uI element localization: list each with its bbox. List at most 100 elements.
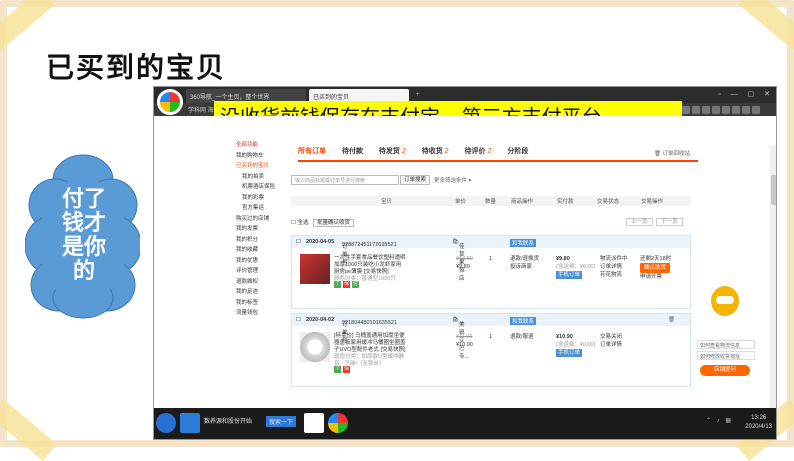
quantity: 1 (489, 256, 493, 262)
order-checkbox[interactable]: ☐ (296, 239, 301, 245)
delete-order-icon[interactable]: 🗑 (668, 317, 675, 323)
sidebar-item[interactable]: 我的购物车 (236, 151, 286, 162)
sidebar-item[interactable]: 退款维权 (236, 277, 286, 288)
request-invoice-link[interactable]: 申请开票 (640, 274, 662, 280)
select-all-checkbox[interactable]: ☐ 全选 (291, 220, 308, 226)
batch-controls: ☐ 全选 批量确认收货 (291, 218, 355, 227)
start-button-icon[interactable] (156, 413, 176, 433)
order-tabs: 所有订单 待付款 待发货 2 待收货 2 待评价 2 分阶段 (298, 146, 698, 162)
tab-pending-review[interactable]: 待评价 2 (465, 148, 492, 155)
shop-name[interactable]: 🛍 美锐艾巴专... (452, 317, 469, 360)
sidebar-header: 全部功能 (236, 142, 259, 148)
sidebar-item[interactable]: 我的标签 (236, 298, 286, 309)
shop-name[interactable]: 🛍 佳草果恒店 (452, 239, 465, 282)
sidebar: 全部功能 我的购物车 已买到的宝贝 我的拍卖 机票酒店保险 我的彩票 官方集运 … (236, 140, 286, 319)
assistant-link[interactable]: 如何查看物流信息 (697, 340, 755, 349)
next-page-button[interactable]: 下一页 (656, 218, 683, 226)
tab-pending-payment[interactable]: 待付款 (342, 148, 363, 155)
browser-screenshot: 360导航_一个主页，整个世界 已买到的宝贝 + ▫ — ▢ ✕ 学科网 海报 … (153, 86, 777, 440)
col-qty: 数量 (485, 199, 497, 205)
taskbar-clock[interactable]: 13:26 2020/4/13 (745, 414, 772, 432)
word-app-icon[interactable] (304, 413, 324, 433)
sidebar-item[interactable]: 我的拍卖 (236, 172, 286, 183)
window-controls[interactable]: ▫ — ▢ ✕ (718, 90, 774, 98)
col-paid: 实付款 (557, 199, 574, 205)
order-checkbox[interactable]: ☐ (296, 317, 301, 323)
cloud-callout: 付了钱才是你的 (25, 150, 140, 320)
quantity: 1 (489, 334, 493, 340)
scrollbar-thumb[interactable] (771, 175, 776, 205)
col-status: 交易状态 (597, 199, 620, 205)
product-thumbnail[interactable] (300, 332, 330, 362)
order-header: ☐ 2020-04-05 订单号: 928872451172635521 🛍 佳… (292, 236, 690, 282)
col-price: 单价 (455, 199, 467, 205)
trade-status[interactable]: 交易关闭 订单详情 (600, 333, 622, 349)
pager: 上一页 下一页 (624, 217, 683, 226)
toolbar-icons[interactable] (681, 103, 776, 116)
slide-title: 已买到的宝贝 (46, 51, 227, 84)
more-filters-link[interactable]: 更多筛选条件 ▾ (434, 176, 471, 184)
cloud-text: 付了钱才是你的 (61, 187, 106, 284)
col-ops: 商品操作 (511, 199, 534, 205)
system-tray-icons[interactable]: ⌃ ♪ ▦ (706, 417, 733, 424)
tag-icon: 保 (343, 366, 350, 373)
tab-staged[interactable]: 分阶段 (507, 148, 528, 155)
tag-icon: 保 (343, 281, 350, 288)
taskbar-search[interactable]: 搜索一下 (266, 416, 297, 427)
order-body: [特卖价] 马桶盖通用加厚坐便器盖板家用缓冲马桶圈坐圈盖子UVO型配件老式 [交… (292, 326, 690, 386)
col-action: 交易操作 (641, 199, 664, 205)
page-scrollbar[interactable] (770, 145, 776, 439)
order-search-button[interactable]: 订单搜索 (400, 175, 430, 185)
product-title[interactable]: 一次性手套食品餐饮塑料透明加厚1000只装吃小龙虾家用厨房pe薄膜 [交易快照]… (334, 255, 406, 283)
tab-pending-shipment[interactable]: 待发货 2 (379, 148, 406, 155)
sidebar-item[interactable]: 机票酒店保险 (236, 182, 286, 193)
tape-decoration (0, 399, 57, 461)
unit-price: ¥11.00 ¥10.90 (456, 334, 473, 348)
order-card: ☐ 2020-04-05 订单号: 928872451172635521 🛍 佳… (291, 235, 691, 309)
service-tags: 7保 (334, 366, 352, 373)
trade-status[interactable]: 物流派件中 订单详情 花花物流 (600, 255, 628, 279)
assistant-link[interactable]: 如何修改收货地址 (697, 351, 755, 360)
sidebar-item[interactable]: 我的收藏 (236, 245, 286, 256)
sidebar-item[interactable]: 我的彩票 (236, 193, 286, 204)
windows-taskbar: 数养源和股份开始 搜索一下 ⌃ ♪ ▦ 13:26 2020/4/13 (154, 408, 776, 439)
browser-logo-icon (157, 89, 183, 115)
ask-shop-button[interactable]: 店铺提问 (700, 365, 750, 376)
trade-actions: 还剩2天18时 确认收货 申请开票 (640, 255, 671, 281)
mascot-eyes (716, 296, 734, 304)
sidebar-item[interactable]: 我的发票 (236, 224, 286, 235)
taskbar-app-label[interactable]: 数养源和股份开始 (204, 416, 252, 425)
taskbar-app-icon[interactable] (180, 413, 200, 433)
tag-icon: 7 (334, 281, 341, 288)
tape-decoration (0, 0, 55, 50)
sidebar-item[interactable]: 我的优惠 (236, 256, 286, 267)
prev-page-button[interactable]: 上一页 (626, 218, 653, 226)
contact-seller-button[interactable]: 和我联系 (510, 317, 537, 325)
item-operations[interactable]: 退款/服退 (510, 333, 534, 341)
sidebar-item[interactable]: 购买过的店铺 (236, 214, 286, 225)
sidebar-item[interactable]: 我的积分 (236, 235, 286, 246)
service-tags: 7保付 (334, 281, 361, 288)
product-title[interactable]: [特卖价] 马桶盖通用加厚坐便器盖板家用缓冲马桶圈坐圈盖子UVO型配件老式 [交… (334, 333, 406, 368)
sidebar-item[interactable]: 流量钱包 (236, 308, 286, 319)
sidebar-item[interactable]: 我的足迹 (236, 287, 286, 298)
paid-amount: ¥10.90 (含运费：¥0.00) 手机订单 (556, 334, 596, 357)
remaining-time: 还剩2天18时 (640, 256, 672, 262)
recycle-bin-link[interactable]: 🗑 订单回收站 (654, 149, 690, 157)
contact-seller-button[interactable]: 和我联系 (510, 239, 537, 247)
confirm-receipt-button[interactable]: 确认收货 (640, 263, 671, 273)
sidebar-item[interactable]: 评价管理 (236, 266, 286, 277)
order-date: 2020-04-05 (306, 239, 335, 245)
tab-pending-receipt[interactable]: 待收货 2 (422, 148, 449, 155)
product-thumbnail[interactable] (300, 254, 330, 284)
tag-icon: 7 (334, 366, 341, 373)
batch-confirm-button[interactable]: 批量确认收货 (313, 219, 355, 227)
item-operations[interactable]: 退款/退换货 投诉商家 (510, 255, 539, 271)
browser-taskbar-icon[interactable] (328, 413, 348, 433)
sidebar-item-selected[interactable]: 已买到的宝贝 (236, 161, 286, 172)
order-search-input[interactable]: 输入商品标题或订单号进行搜索 (291, 175, 399, 185)
tape-decoration (739, 0, 794, 50)
tag-icon: 付 (352, 281, 359, 288)
tab-all-orders[interactable]: 所有订单 (298, 148, 326, 155)
sidebar-item[interactable]: 官方集运 (236, 203, 286, 214)
